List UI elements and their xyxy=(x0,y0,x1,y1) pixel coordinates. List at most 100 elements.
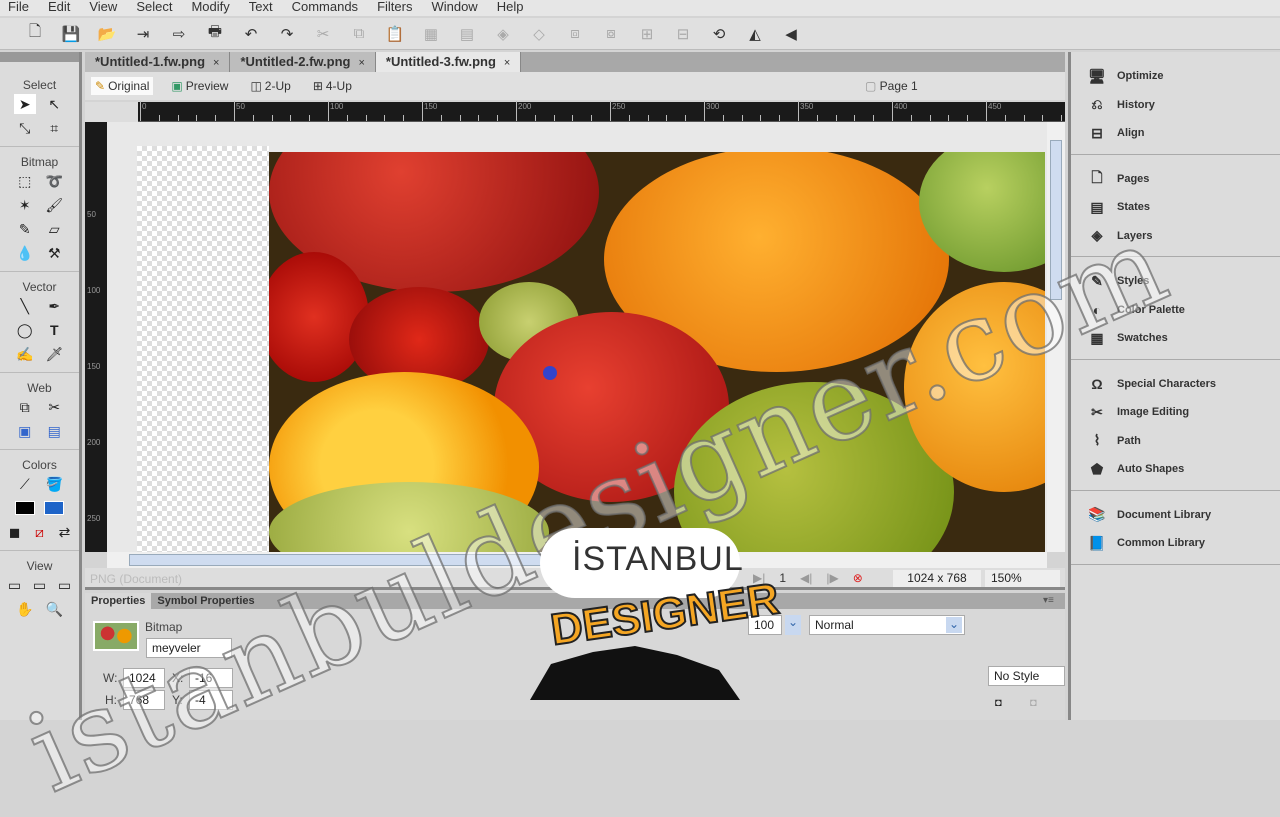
paint-bucket-tool-icon[interactable]: 🪣 xyxy=(44,474,66,494)
save-icon[interactable]: 💾 xyxy=(60,24,82,44)
preview-view-button[interactable]: ▣ Preview xyxy=(167,77,232,95)
hand-tool-icon[interactable]: ✋ xyxy=(14,599,36,619)
new-icon[interactable]: 🗋 xyxy=(24,23,46,44)
tab-untitled-1[interactable]: *Untitled-1.fw.png × xyxy=(85,52,231,72)
undo-icon[interactable]: ↶ xyxy=(240,24,262,44)
tab-properties[interactable]: Properties xyxy=(85,593,152,609)
menu-view[interactable]: View xyxy=(81,0,128,16)
close-icon[interactable]: × xyxy=(213,57,219,69)
crop-tool-icon[interactable]: ⌗ xyxy=(44,118,66,138)
send-back-icon[interactable]: ⧇ xyxy=(600,24,622,44)
y-input[interactable]: -4 xyxy=(189,690,233,710)
panel-pages[interactable]: 🗋 Pages xyxy=(1071,165,1280,194)
tab-untitled-3[interactable]: *Untitled-3.fw.png × xyxy=(375,52,522,72)
align-icon[interactable]: ⊞ xyxy=(636,24,658,44)
export-icon[interactable]: ⇨ xyxy=(168,24,190,44)
scale-tool-icon[interactable]: ⤡ xyxy=(14,118,36,138)
new-style-icon[interactable]: ◘ xyxy=(995,697,1002,709)
eyedropper-tool-icon[interactable]: ⟋ xyxy=(14,474,36,494)
freeform-tool-icon[interactable]: ✍ xyxy=(14,344,36,364)
line-tool-icon[interactable]: ╲ xyxy=(14,296,36,316)
panel-special-characters[interactable]: Ω Special Characters xyxy=(1071,370,1280,399)
horizontal-scroll-thumb[interactable] xyxy=(129,554,559,566)
open-icon[interactable]: 📂 xyxy=(96,24,118,44)
prev-frame-icon[interactable]: ◀| xyxy=(800,571,812,585)
slice-tool-icon[interactable]: ✂ xyxy=(44,397,66,417)
vertical-scrollbar[interactable] xyxy=(1047,122,1065,552)
print-icon[interactable]: 🖶 xyxy=(204,23,226,44)
tab-symbol-properties[interactable]: Symbol Properties xyxy=(151,593,260,609)
page-selector[interactable]: ▢ Page 1 xyxy=(865,79,918,93)
panel-color-palette[interactable]: ◐ Color Palette xyxy=(1071,296,1280,325)
swap-colors-icon[interactable]: ⇄ xyxy=(56,522,73,542)
panel-common-library[interactable]: 📘 Common Library xyxy=(1071,529,1280,558)
tools-panel-header[interactable] xyxy=(0,52,79,62)
canvas-size[interactable]: 1024 x 768 xyxy=(893,570,981,587)
play-icon[interactable]: |▶ xyxy=(826,571,838,585)
panel-swatches[interactable]: ▦ Swatches xyxy=(1071,324,1280,353)
group-icon[interactable]: ▦ xyxy=(420,24,442,44)
menu-commands[interactable]: Commands xyxy=(284,0,369,16)
panel-image-editing[interactable]: ✂ Image Editing xyxy=(1071,398,1280,427)
4up-view-button[interactable]: ⊞ 4-Up xyxy=(309,77,356,95)
tab-untitled-2[interactable]: *Untitled-2.fw.png × xyxy=(230,52,376,72)
panel-optimize[interactable]: 🖥 Optimize xyxy=(1071,62,1280,91)
text-tool-icon[interactable]: T xyxy=(44,320,66,340)
eraser-tool-icon[interactable]: ▱ xyxy=(44,219,66,239)
show-slices-icon[interactable]: ▤ xyxy=(44,421,66,441)
subselect-tool-icon[interactable]: ↖ xyxy=(44,94,66,114)
blur-tool-icon[interactable]: 💧 xyxy=(14,243,36,263)
vertical-scroll-thumb[interactable] xyxy=(1050,140,1062,300)
hide-slices-icon[interactable]: ▣ xyxy=(14,421,36,441)
magic-wand-tool-icon[interactable]: ✶ xyxy=(14,195,36,215)
menu-modify[interactable]: Modify xyxy=(183,0,240,16)
flip-h-icon[interactable]: ◭ xyxy=(744,24,766,44)
copy-icon[interactable]: ⧉ xyxy=(348,24,370,44)
panel-path[interactable]: ⌇ Path xyxy=(1071,427,1280,456)
zoom-level-select[interactable]: 150% xyxy=(985,570,1060,587)
hotspot-tool-icon[interactable]: ⧉ xyxy=(14,397,36,417)
opacity-input[interactable]: 100 xyxy=(748,615,782,635)
rubber-stamp-tool-icon[interactable]: ⚒ xyxy=(44,243,66,263)
ungroup-icon[interactable]: ▤ xyxy=(456,24,478,44)
panel-align[interactable]: ⊟ Align xyxy=(1071,119,1280,148)
menu-filters[interactable]: Filters xyxy=(369,0,423,16)
width-input[interactable]: 1024 xyxy=(123,668,165,688)
menu-select[interactable]: Select xyxy=(128,0,183,16)
standard-screen-mode-icon[interactable]: ▭ xyxy=(6,575,23,595)
panel-menu-icon[interactable]: ▾≡ xyxy=(1043,595,1054,606)
stop-icon[interactable]: ⊗ xyxy=(853,571,863,585)
menu-help[interactable]: Help xyxy=(489,0,535,16)
style-select[interactable]: No Style xyxy=(988,666,1065,686)
ellipse-tool-icon[interactable]: ◯ xyxy=(14,320,36,340)
fill-color-swatch[interactable] xyxy=(44,498,66,518)
opacity-dropdown-icon[interactable]: ⌄ xyxy=(785,615,801,635)
panel-document-library[interactable]: 📚 Document Library xyxy=(1071,501,1280,530)
redo-icon[interactable]: ↷ xyxy=(276,24,298,44)
pointer-tool-icon[interactable]: ➤ xyxy=(14,94,36,114)
2up-view-button[interactable]: ◫ 2-Up xyxy=(246,77,294,95)
x-input[interactable]: -16 xyxy=(189,668,233,688)
panel-auto-shapes[interactable]: ⬟ Auto Shapes xyxy=(1071,455,1280,484)
zoom-tool-icon[interactable]: 🔍 xyxy=(44,599,66,619)
full-screen-mode-icon[interactable]: ▭ xyxy=(56,575,73,595)
brush-tool-icon[interactable]: 🖌 xyxy=(44,195,66,215)
distribute-icon[interactable]: ⊟ xyxy=(672,24,694,44)
rotate-icon[interactable]: ⟲ xyxy=(708,24,730,44)
pencil-tool-icon[interactable]: ✎ xyxy=(14,219,36,239)
close-icon[interactable]: × xyxy=(504,57,510,69)
marquee-tool-icon[interactable]: ⬚ xyxy=(14,171,36,191)
menu-text[interactable]: Text xyxy=(241,0,284,16)
blend-mode-select[interactable]: Normal xyxy=(809,615,965,635)
panel-states[interactable]: ▤ States xyxy=(1071,193,1280,222)
menu-file[interactable]: File xyxy=(0,0,40,16)
no-color-icon[interactable]: ⧄ xyxy=(31,522,48,542)
original-view-button[interactable]: ✎ Original xyxy=(91,77,154,95)
lasso-tool-icon[interactable]: ➰ xyxy=(44,171,66,191)
panel-history[interactable]: ⎌ History xyxy=(1071,91,1280,120)
panel-layers[interactable]: ◈ Layers xyxy=(1071,222,1280,251)
bring-front-icon[interactable]: ⧈ xyxy=(564,24,586,44)
default-colors-icon[interactable]: ◼ xyxy=(6,522,23,542)
close-icon[interactable]: × xyxy=(358,57,364,69)
pen-tool-icon[interactable]: ✒ xyxy=(44,296,66,316)
